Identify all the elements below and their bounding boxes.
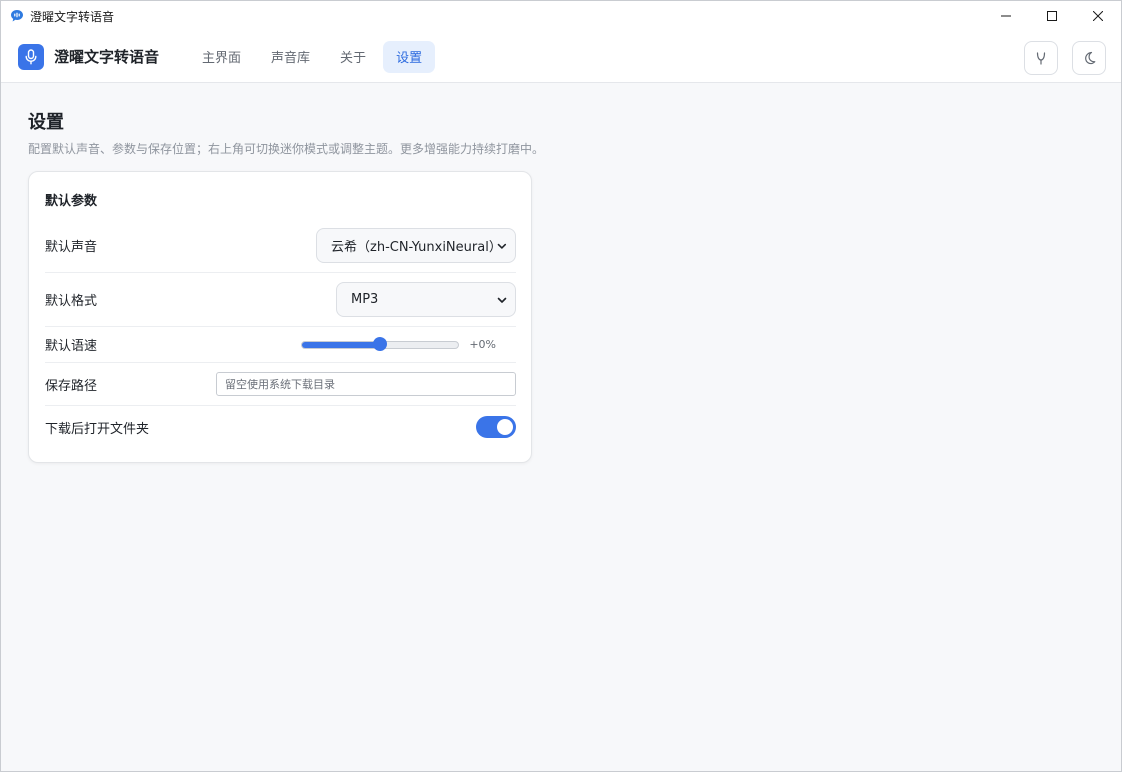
tab-about[interactable]: 关于 <box>327 41 379 73</box>
path-row: 保存路径 <box>45 363 516 406</box>
minimize-button[interactable] <box>983 1 1029 31</box>
theme-toggle-button[interactable] <box>1072 41 1106 75</box>
path-label: 保存路径 <box>45 378 98 394</box>
tab-voice-library[interactable]: 声音库 <box>258 41 323 73</box>
format-select-value: MP3 <box>351 292 379 307</box>
rate-row: 默认语速 +0% <box>45 327 516 363</box>
microphone-icon <box>18 43 44 70</box>
rate-slider-thumb[interactable] <box>373 336 388 351</box>
format-select[interactable]: MP3 <box>336 282 516 317</box>
tab-home[interactable]: 主界面 <box>189 41 254 73</box>
rate-label: 默认语速 <box>45 339 98 354</box>
header-actions <box>1024 41 1106 75</box>
main-nav: 主界面 声音库 关于 设置 <box>189 40 436 73</box>
chevron-down-icon <box>497 243 507 249</box>
close-icon <box>1093 11 1103 21</box>
format-label: 默认格式 <box>45 294 98 309</box>
format-row: 默认格式 MP3 <box>45 273 516 327</box>
tab-settings[interactable]: 设置 <box>383 40 436 73</box>
open-folder-toggle[interactable] <box>476 416 516 438</box>
chevron-down-icon <box>497 297 507 303</box>
rate-slider-fill <box>302 341 381 348</box>
toggle-knob <box>497 419 513 435</box>
close-button[interactable] <box>1075 1 1121 31</box>
default-params-card: 默认参数 默认声音 云希（zh-CN-YunxiNeural） 默认格式 MP3… <box>28 171 532 463</box>
voice-select[interactable]: 云希（zh-CN-YunxiNeural） <box>316 228 516 263</box>
page-title: 设置 <box>28 112 64 133</box>
rate-slider[interactable] <box>301 336 460 351</box>
rate-value: +0% <box>469 338 496 351</box>
mini-mode-icon <box>1036 52 1046 65</box>
title-bar: 澄曜文字转语音 <box>1 1 1121 31</box>
open-folder-label: 下载后打开文件夹 <box>45 421 150 437</box>
page-description: 配置默认声音、参数与保存位置；右上角可切换迷你模式或调整主题。更多增强能力持续打… <box>28 142 545 156</box>
minimize-icon <box>1001 15 1011 17</box>
window-controls <box>983 1 1121 31</box>
voice-select-value: 云希（zh-CN-YunxiNeural） <box>331 240 502 255</box>
app-header: 澄曜文字转语音 主界面 声音库 关于 设置 <box>1 31 1121 83</box>
window-title: 澄曜文字转语音 <box>30 9 115 24</box>
maximize-button[interactable] <box>1029 1 1075 31</box>
rate-slider-group: +0% <box>301 336 496 351</box>
mini-mode-button[interactable] <box>1024 41 1058 75</box>
moon-icon <box>1085 51 1096 65</box>
maximize-icon <box>1047 11 1057 21</box>
brand-name: 澄曜文字转语音 <box>54 48 160 66</box>
chat-bubble-icon <box>10 9 24 23</box>
open-folder-row: 下载后打开文件夹 <box>45 406 516 448</box>
card-title: 默认参数 <box>45 194 98 209</box>
save-path-input[interactable] <box>216 372 516 396</box>
page-heading: 设置 配置默认声音、参数与保存位置；右上角可切换迷你模式或调整主题。更多增强能力… <box>28 108 544 157</box>
voice-label: 默认声音 <box>45 240 98 255</box>
voice-row: 默认声音 云希（zh-CN-YunxiNeural） <box>45 219 516 273</box>
